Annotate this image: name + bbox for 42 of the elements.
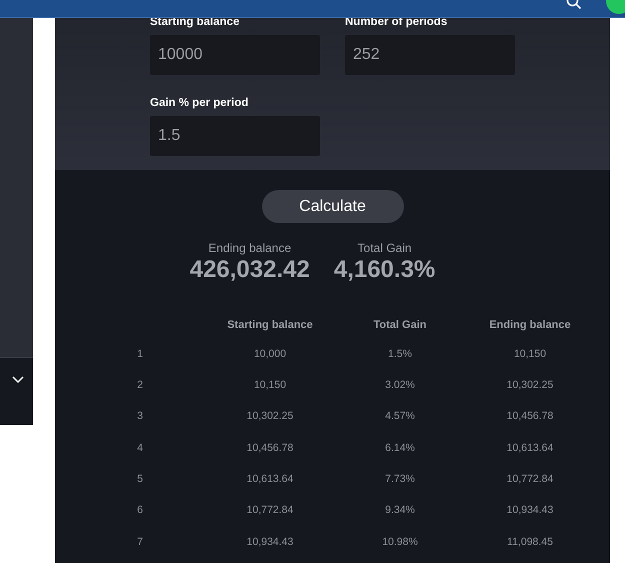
input-field[interactable]: 10000 [150,35,320,75]
result-label: Ending balance [207,240,292,257]
table-cell: 3 [137,410,143,422]
result-label: Total Gain [356,240,413,257]
calculate-button[interactable]: Calculate [262,190,404,223]
input-field[interactable]: 252 [345,35,515,75]
table-cell: 7 [137,536,143,548]
table-cell: 5 [137,472,143,485]
field-label: Starting balance [150,15,240,29]
table-cell: 2 [137,379,143,392]
input-field[interactable]: 1.5 [150,116,320,156]
table-cell: 10,150 [514,348,546,360]
table-cell: 10,456.78 [506,410,554,422]
chevron-down-icon[interactable] [12,376,24,384]
table-cell: 10,772.84 [506,472,554,485]
table-cell: 10,000 [254,348,286,360]
column-header: Total Gain [374,318,426,331]
table-cell: 10,772.84 [246,504,294,516]
table-cell: 10,934.43 [246,536,294,548]
table-cell: 10,934.43 [506,504,554,516]
table-cell: 10,302.25 [246,410,294,422]
table-cell: 3.02% [385,379,415,392]
result-value: 426,032.42 [190,257,310,283]
table-cell: 10,613.64 [506,442,554,454]
table-cell: 1 [137,348,143,360]
table-cell: 7.73% [385,472,415,485]
column-header: Ending balance [489,318,571,331]
table-cell: 1.5% [388,348,412,360]
result-value: 4,160.3% [334,257,436,283]
table-cell: 6.14% [385,442,415,454]
table-cell: 9.34% [385,504,415,516]
table-cell: 6 [137,504,143,516]
column-header: Starting balance [227,318,313,331]
table-cell: 10,150 [254,379,286,392]
table-cell: 4.57% [385,410,415,422]
field-label: Gain % per period [150,96,250,110]
table-cell: 10,302.25 [506,379,554,392]
table-cell: 10,613.64 [246,472,294,485]
table-cell: 11,098.45 [507,536,553,548]
table-cell: 10.98% [382,536,418,548]
table-cell: 10,456.78 [246,442,294,454]
table-cell: 4 [137,442,143,454]
